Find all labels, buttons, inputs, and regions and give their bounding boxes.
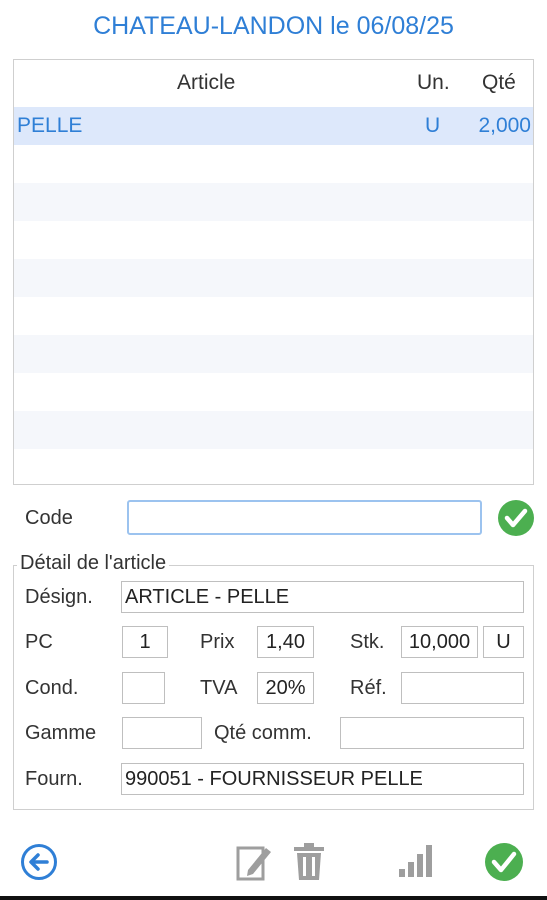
empty-row [14, 183, 533, 221]
article-grid: Article Un. Qté PELLE U 2,000 [13, 59, 534, 485]
prix-label: Prix [200, 631, 235, 653]
grid-header: Article Un. Qté [14, 60, 533, 106]
signal-icon[interactable] [398, 843, 438, 879]
ref-field[interactable] [401, 672, 524, 704]
ref-label: Réf. [350, 677, 387, 699]
designation-field[interactable]: ARTICLE - PELLE [121, 581, 524, 613]
bottom-bar [0, 896, 547, 900]
tva-label: TVA [200, 677, 238, 699]
code-label: Code [25, 507, 73, 529]
pc-label: PC [25, 631, 53, 653]
row-article: PELLE [17, 114, 83, 137]
stk-unit-field[interactable]: U [483, 626, 524, 658]
gamme-label: Gamme [25, 722, 97, 744]
row-qty: 2,000 [478, 114, 531, 137]
empty-row [14, 297, 533, 335]
gamme-field[interactable] [122, 717, 202, 749]
qte-comm-label: Qté comm. [214, 722, 312, 744]
stk-label: Stk. [350, 631, 385, 653]
empty-row [14, 259, 533, 297]
empty-row [14, 335, 533, 373]
empty-row [14, 373, 533, 411]
pc-field[interactable]: 1 [122, 626, 168, 658]
cond-label: Cond. [25, 677, 79, 699]
edit-icon[interactable] [235, 842, 273, 882]
fourn-label: Fourn. [25, 768, 83, 790]
empty-row [14, 449, 533, 484]
column-header-qty[interactable]: Qté [482, 71, 516, 95]
empty-row [14, 145, 533, 183]
empty-row [14, 411, 533, 449]
fourn-field[interactable]: 990051 - FOURNISSEUR PELLE [121, 763, 524, 795]
empty-row [14, 221, 533, 259]
cond-field[interactable] [122, 672, 165, 704]
designation-label: Désign. [25, 586, 93, 608]
page-title: CHATEAU-LANDON le 06/08/25 [93, 12, 454, 40]
prix-field[interactable]: 1,40 [257, 626, 314, 658]
confirm-icon[interactable] [484, 842, 524, 882]
table-row[interactable]: PELLE U 2,000 [14, 107, 533, 145]
code-input[interactable] [127, 500, 482, 535]
qte-comm-field[interactable] [340, 717, 524, 749]
column-header-unit[interactable]: Un. [417, 71, 450, 95]
confirm-code-icon[interactable] [497, 499, 535, 537]
back-icon[interactable] [20, 843, 58, 881]
tva-field[interactable]: 20% [257, 672, 314, 704]
row-unit: U [425, 114, 441, 137]
column-header-article[interactable]: Article [177, 71, 235, 95]
trash-icon[interactable] [292, 842, 326, 882]
article-detail-legend: Détail de l'article [17, 552, 170, 575]
stk-field[interactable]: 10,000 [401, 626, 478, 658]
